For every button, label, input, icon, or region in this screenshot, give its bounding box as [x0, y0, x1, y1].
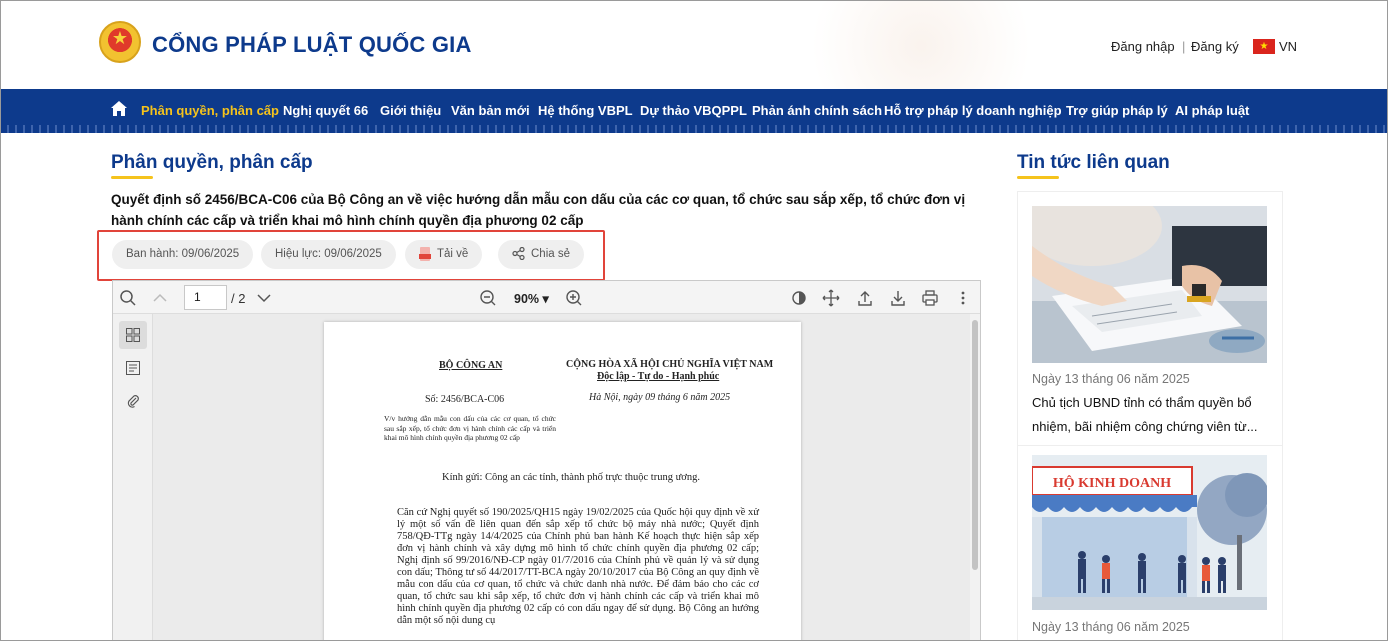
nav-item-ho-tro-doanh-nghiep[interactable]: Hỗ trợ pháp lý doanh nghiệp [884, 103, 1062, 118]
home-icon[interactable] [111, 101, 127, 116]
nav-item-phan-quyen[interactable]: Phân quyền, phân cấp [141, 103, 279, 118]
doc-place-date: Hà Nội, ngày 09 tháng 6 năm 2025 [589, 392, 731, 403]
pdf-canvas[interactable]: BỘ CÔNG AN CỘNG HÒA XÃ HỘI CHỦ NGHĨA VIỆ… [154, 314, 970, 640]
pdf-scrollbar[interactable] [970, 314, 980, 640]
section-title: Phân quyền, phân cấp [111, 152, 313, 173]
chevron-up-icon[interactable] [151, 289, 169, 307]
download-icon[interactable] [889, 289, 907, 307]
doc-motto: Độc lập - Tự do - Hạnh phúc [597, 371, 720, 382]
search-icon[interactable] [119, 289, 137, 307]
nav-item-ai-phap-luat[interactable]: AI pháp luật [1175, 103, 1249, 118]
site-title[interactable]: CỔNG PHÁP LUẬT QUỐC GIA [152, 32, 472, 58]
theme-toggle-icon[interactable] [790, 289, 808, 307]
nav-pattern [1, 125, 1387, 133]
document-outline-icon [126, 361, 140, 375]
download-label: Tải về [437, 248, 469, 260]
nav-item-phan-anh[interactable]: Phản ánh chính sách [752, 103, 882, 118]
news-image-ho-kinh-doanh[interactable]: HỘ KINH DOANH [1032, 455, 1267, 610]
paperclip-icon [127, 395, 139, 408]
zoom-level-select[interactable]: 90% ▾ [514, 291, 549, 306]
issued-date-badge: Ban hành: 09/06/2025 [112, 240, 254, 269]
news-image-signing[interactable] [1032, 206, 1267, 363]
pdf-file-icon [419, 246, 431, 261]
news-date: Ngày 13 tháng 06 năm 2025 [1032, 620, 1190, 634]
nav-item-du-thao[interactable]: Dự thảo VBQPPL [640, 103, 747, 118]
nav-item-nghi-quyet-66[interactable]: Nghị quyết 66 [283, 103, 368, 118]
login-link[interactable]: Đăng nhập [1111, 39, 1175, 54]
nav-item-he-thong-vbpl[interactable]: Hệ thống VBPL [538, 103, 633, 118]
nav-item-van-ban-moi[interactable]: Văn bản mới [451, 103, 530, 118]
related-news-title: Tin tức liên quan [1017, 152, 1170, 173]
news-title-link[interactable]: Chủ tịch UBND tỉnh có thẩm quyền bổ nhiệ… [1032, 391, 1272, 439]
doc-number: Số: 2456/BCA-C06 [425, 394, 505, 405]
pdf-sidebar [113, 314, 153, 640]
outline-button[interactable] [119, 354, 147, 382]
signing-illustration [1032, 206, 1267, 363]
register-link[interactable]: Đăng ký [1191, 39, 1239, 54]
grid-icon [126, 328, 140, 342]
pan-move-icon[interactable] [822, 289, 840, 307]
share-icon [512, 247, 525, 261]
pdf-viewer: 1 / 2 90% ▾ BỘ CÔNG AN CỘNG HÒA XÃ HỘI C… [112, 280, 981, 640]
language-selector[interactable]: VN [1279, 39, 1297, 54]
national-emblem-logo[interactable]: ★ [99, 21, 141, 63]
shop-sign-text: HỘ KINH DOANH [1053, 474, 1171, 491]
doc-recipient: Kính gửi: Công an các tỉnh, thành phố tr… [442, 472, 700, 483]
effective-date-badge: Hiệu lực: 09/06/2025 [261, 240, 396, 269]
main-nav: Phân quyền, phân cấp Nghị quyết 66 Giới … [1, 89, 1387, 133]
doc-nation-header: CỘNG HÒA XÃ HỘI CHỦ NGHĨA VIỆT NAM [566, 359, 774, 370]
share-button[interactable]: Chia sẻ [498, 240, 584, 269]
browser-frame: ★ CỔNG PHÁP LUẬT QUỐC GIA Đăng nhập | Đă… [0, 0, 1388, 641]
related-news-underline [1017, 176, 1059, 179]
pdf-page: BỘ CÔNG AN CỘNG HÒA XÃ HỘI CHỦ NGHĨA VIỆ… [324, 322, 801, 640]
download-button[interactable]: Tải về [405, 240, 483, 269]
pdf-toolbar: 1 / 2 90% ▾ [113, 281, 980, 314]
zoom-out-icon[interactable] [479, 289, 497, 307]
doc-body: Căn cứ Nghị quyết số 190/2025/QH15 ngày … [397, 507, 759, 626]
star-icon: ★ [111, 28, 129, 48]
doc-subject: V/v hướng dẫn mẫu con dấu của các cơ qua… [384, 414, 556, 442]
scrollbar-thumb[interactable] [972, 320, 978, 570]
page-total: / 2 [231, 291, 246, 306]
vietnam-flag-icon[interactable]: ★ [1253, 39, 1275, 54]
news-date: Ngày 13 tháng 06 năm 2025 [1032, 372, 1190, 386]
print-icon[interactable] [921, 289, 939, 307]
doc-issuer: BỘ CÔNG AN [439, 360, 503, 371]
section-title-underline [111, 176, 153, 179]
upload-icon[interactable] [856, 289, 874, 307]
auth-separator: | [1182, 39, 1186, 54]
chevron-down-icon[interactable] [255, 289, 273, 307]
share-label: Chia sẻ [531, 248, 570, 260]
more-options-icon[interactable] [954, 289, 972, 307]
shop-illustration: HỘ KINH DOANH [1032, 455, 1267, 610]
document-title: Quyết định số 2456/BCA-C06 của Bộ Công a… [111, 192, 966, 228]
thumbnails-button[interactable] [119, 321, 147, 349]
nav-item-gioi-thieu[interactable]: Giới thiệu [380, 103, 441, 118]
attachments-button[interactable] [119, 387, 147, 415]
zoom-in-icon[interactable] [565, 289, 583, 307]
site-header: ★ CỔNG PHÁP LUẬT QUỐC GIA Đăng nhập | Đă… [1, 1, 1387, 111]
nav-item-tro-giup-phap-ly[interactable]: Trợ giúp pháp lý [1066, 103, 1168, 118]
page-number-input[interactable]: 1 [184, 285, 227, 310]
